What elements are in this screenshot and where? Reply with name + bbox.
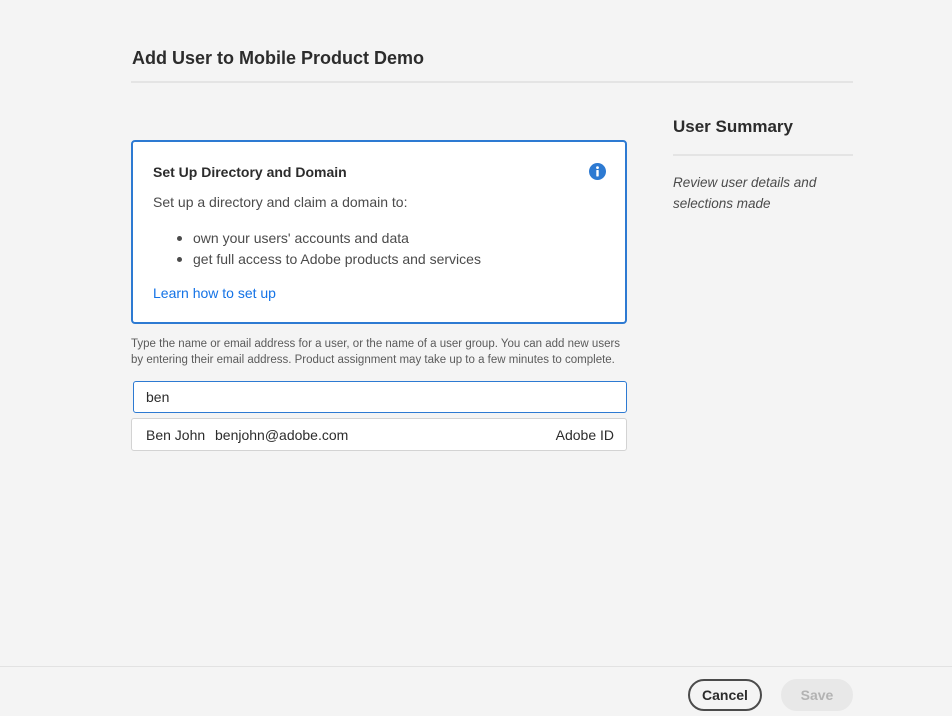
result-name: Ben John xyxy=(146,427,206,443)
helper-text: Type the name or email address for a use… xyxy=(131,338,621,366)
footer-divider xyxy=(0,666,952,667)
add-user-dialog: Add User to Mobile Product Demo Set Up D… xyxy=(0,0,952,716)
card-title: Set Up Directory and Domain xyxy=(153,164,347,180)
summary-text: Review user details and selections made xyxy=(673,175,817,211)
card-description: Set up a directory and claim a domain to… xyxy=(153,194,408,210)
setup-directory-card: Set Up Directory and Domain Set up a dir… xyxy=(131,140,627,324)
summary-divider xyxy=(673,154,853,156)
title-divider xyxy=(131,81,853,83)
cancel-button[interactable]: Cancel xyxy=(688,679,762,711)
info-icon[interactable] xyxy=(589,163,606,180)
result-account-type: Adobe ID xyxy=(555,427,614,443)
user-search-input[interactable] xyxy=(133,381,627,413)
result-email: benjohn@adobe.com xyxy=(215,427,349,443)
save-button[interactable]: Save xyxy=(781,679,853,711)
summary-title: User Summary xyxy=(673,117,794,136)
bullet-item: own your users' accounts and data xyxy=(173,228,481,249)
search-result-row[interactable]: Ben John benjohn@adobe.com Adobe ID xyxy=(131,418,627,451)
bullet-item: get full access to Adobe products and se… xyxy=(173,249,481,270)
card-bullet-list: own your users' accounts and data get fu… xyxy=(173,228,481,270)
page-title: Add User to Mobile Product Demo xyxy=(132,48,425,68)
learn-how-link[interactable]: Learn how to set up xyxy=(153,285,276,301)
